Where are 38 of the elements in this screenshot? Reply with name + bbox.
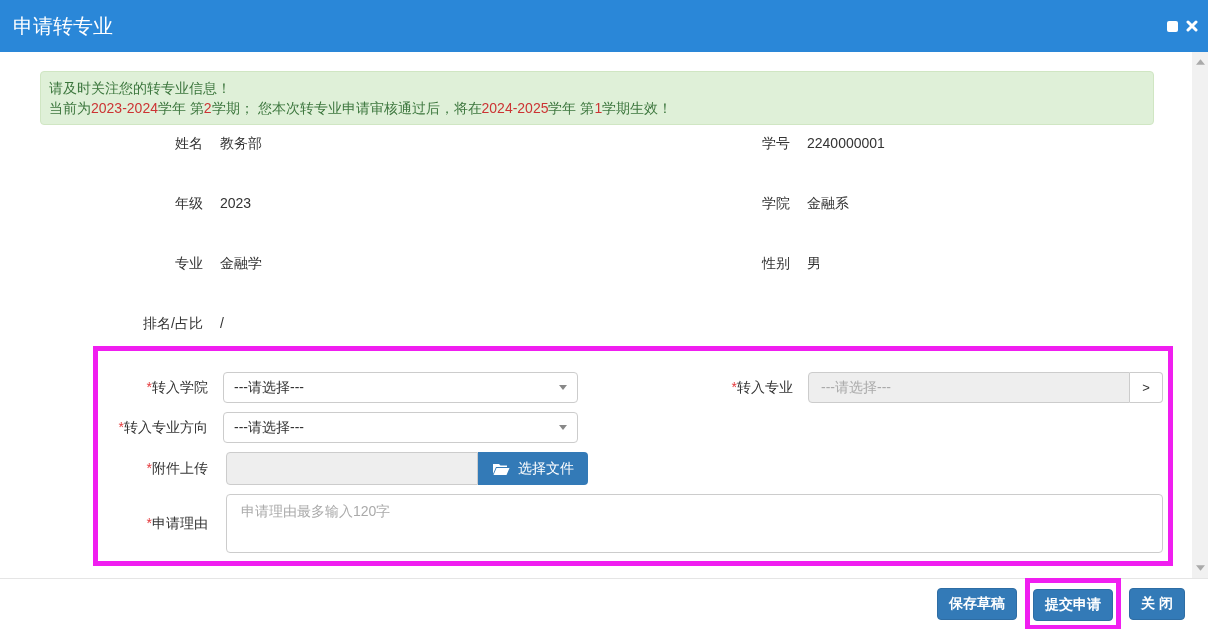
- field-label: 学院: [761, 194, 790, 213]
- field-label: 性别: [760, 254, 790, 273]
- field-value: 2023: [220, 194, 253, 213]
- footer-button[interactable]: 提交申请: [1033, 589, 1114, 621]
- field-label: 年级: [174, 194, 203, 213]
- field-value: 金融系: [807, 194, 850, 213]
- close-icon[interactable]: [1186, 20, 1198, 32]
- field-value: 2240000001: [807, 134, 886, 153]
- scroll-down-icon[interactable]: [1195, 565, 1205, 571]
- field-label: 学号: [761, 134, 790, 153]
- scrollbar[interactable]: [1192, 52, 1208, 578]
- field-value: /: [220, 314, 225, 333]
- form-label: *申请理由: [145, 514, 208, 533]
- field-value: 教务部: [220, 134, 263, 153]
- folder-icon: [491, 461, 510, 476]
- maximize-icon[interactable]: [1167, 20, 1178, 32]
- field-label: 专业: [174, 254, 203, 273]
- choose-file-button[interactable]: 选择文件: [477, 452, 588, 485]
- form-label: *转入专业: [730, 378, 793, 397]
- caret-icon: [559, 425, 567, 430]
- field-value: 男: [807, 254, 822, 273]
- field-label: 排名/占比: [142, 314, 203, 333]
- notice-text: 当前为2023-2024学年 第2学期； 您本次转专业申请审核通过后，将在2024-2025学年 第1学期生效！: [49, 99, 674, 118]
- file-path-field[interactable]: [226, 452, 478, 485]
- dropdown-field[interactable]: ---请选择---: [223, 412, 578, 443]
- form-label: *附件上传: [145, 459, 208, 478]
- dialog-title: 申请转专业: [13, 13, 113, 39]
- caret-icon: [559, 385, 567, 390]
- dropdown-field[interactable]: ---请选择---: [223, 372, 578, 403]
- field-label: 姓名: [174, 134, 203, 153]
- scroll-up-icon[interactable]: [1195, 59, 1205, 65]
- notice-text: 请及时关注您的转专业信息！: [49, 79, 232, 98]
- form-label: *转入学院: [145, 378, 208, 397]
- form-label: *转入专业方向: [117, 418, 208, 437]
- reason-textarea[interactable]: 申请理由最多输入120字: [226, 494, 1163, 553]
- footer-button[interactable]: 保存草稿: [937, 588, 1018, 620]
- field-value: 金融学: [220, 254, 263, 273]
- footer-button[interactable]: 关 闭: [1129, 588, 1185, 620]
